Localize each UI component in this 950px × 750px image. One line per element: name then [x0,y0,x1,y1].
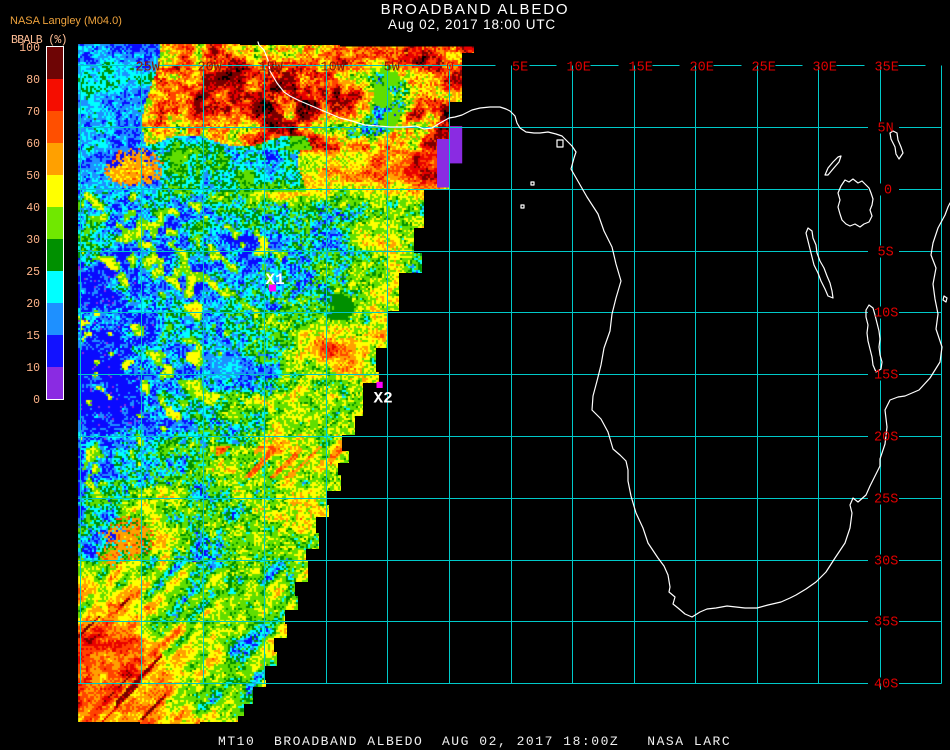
svg-text:35S: 35S [874,616,898,631]
svg-text:0: 0 [446,60,454,75]
svg-text:20S: 20S [874,431,898,446]
svg-text:20E: 20E [690,60,714,75]
svg-text:25S: 25S [874,493,898,508]
svg-text:30E: 30E [813,60,837,75]
svg-text:25E: 25E [752,60,776,75]
svg-text:0: 0 [884,184,892,199]
svg-text:15S: 15S [874,369,898,384]
svg-text:5W: 5W [384,60,401,75]
svg-text:5E: 5E [512,60,528,75]
svg-text:10E: 10E [567,60,591,75]
svg-text:5N: 5N [878,122,894,137]
svg-text:5S: 5S [878,246,894,261]
svg-text:10W: 10W [321,60,346,75]
svg-text:X1: X1 [266,271,285,289]
svg-text:20W: 20W [198,60,223,75]
svg-text:X2: X2 [374,390,393,408]
svg-text:35E: 35E [875,60,899,75]
svg-text:25W: 25W [136,60,161,75]
svg-text:15W: 15W [259,60,284,75]
svg-text:30S: 30S [874,555,898,570]
svg-text:15E: 15E [629,60,653,75]
svg-text:10S: 10S [874,307,898,322]
svg-text:40S: 40S [874,678,898,693]
